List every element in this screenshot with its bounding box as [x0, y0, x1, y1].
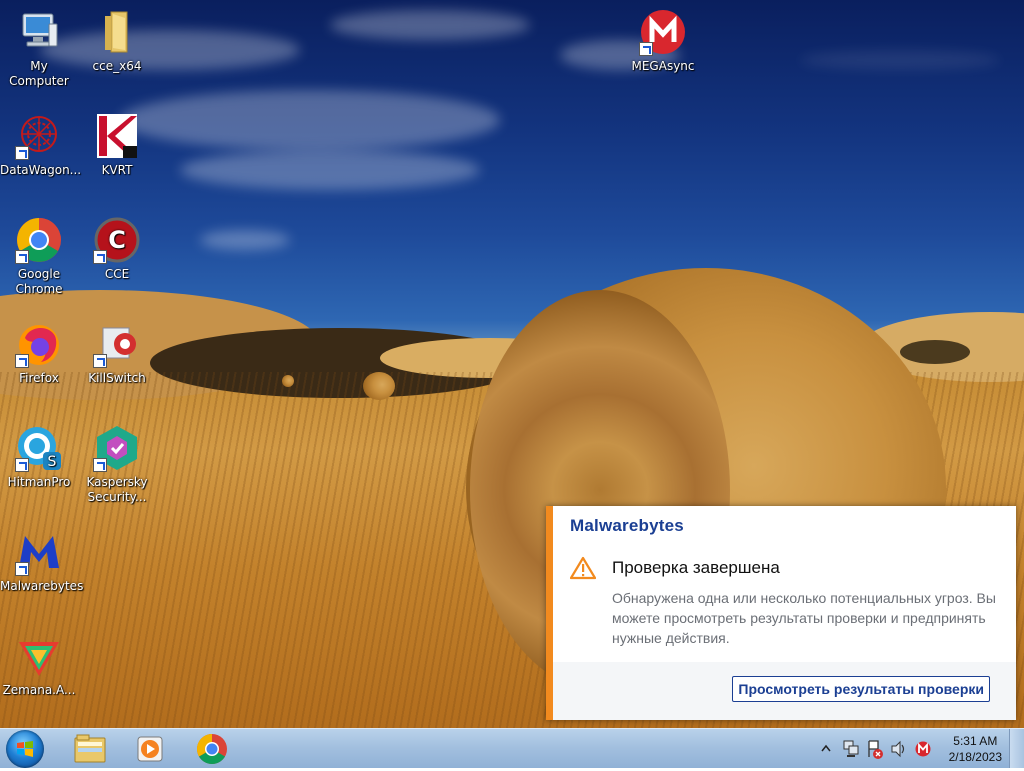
notification-brand-logo: Malwarebytes [570, 516, 684, 535]
desktop-icon-label: KillSwitch [88, 371, 146, 385]
desktop-icon-datawagon[interactable]: DataWagon... [0, 112, 82, 178]
desktop-icon-zemana[interactable]: Zemana.A... [0, 632, 78, 698]
taskbar-clock[interactable]: 5:31 AM 2/18/2023 [949, 733, 1002, 765]
svg-text:C: C [108, 226, 126, 254]
megasync-icon [639, 8, 687, 56]
hitmanpro-icon: S [15, 424, 63, 472]
killswitch-icon [93, 320, 141, 368]
desktop-icon-megasync[interactable]: MEGAsync [624, 8, 702, 74]
desktop-icon-label: DataWagon... [0, 163, 82, 177]
media-player-icon [137, 736, 163, 762]
desktop-icon-label: Google Chrome [15, 267, 63, 296]
desktop-icon-label: Firefox [19, 371, 59, 385]
desktop-icon-label: My Computer [9, 59, 69, 88]
shortcut-arrow-icon [15, 250, 29, 264]
shortcut-arrow-icon [93, 250, 107, 264]
folder-icon [93, 8, 141, 56]
desktop-icon-google-chrome[interactable]: Google Chrome [0, 216, 78, 297]
desktop-icon-label: MEGAsync [631, 59, 695, 73]
network-icon[interactable] [842, 729, 860, 769]
shortcut-arrow-icon [15, 562, 29, 576]
desktop-icon-kvrt[interactable]: KVRT [78, 112, 156, 178]
desktop-icon-kaspersky-security[interactable]: Kaspersky Security... [78, 424, 156, 505]
action-center-icon[interactable] [866, 729, 884, 769]
notification-body: Обнаружена одна или несколько потенциаль… [612, 590, 996, 646]
start-button[interactable] [6, 730, 44, 768]
taskbar-explorer-button[interactable] [62, 731, 118, 767]
cce-icon: C [93, 216, 141, 264]
desktop-icon-label: cce_x64 [92, 59, 142, 73]
windows-logo-icon [17, 741, 33, 757]
show-desktop-button[interactable] [1009, 729, 1024, 768]
clock-time: 5:31 AM [953, 734, 998, 748]
desktop-icon-malwarebytes[interactable]: Malwarebytes [0, 528, 84, 594]
chrome-icon [15, 216, 63, 264]
clock-date: 2/18/2023 [948, 750, 1002, 764]
kaspersky-icon [93, 424, 141, 472]
desktop-icon-cce-x64[interactable]: cce_x64 [78, 8, 156, 74]
desktop-icon-label: Malwarebytes [0, 579, 84, 593]
datawagon-icon [15, 112, 63, 160]
notification-footer: Просмотреть результаты проверки [553, 662, 1016, 720]
desktop-icon-firefox[interactable]: Firefox [0, 320, 78, 386]
shortcut-arrow-icon [15, 458, 29, 472]
folder-icon [74, 734, 106, 763]
desktop-icon-cce[interactable]: C CCE [78, 216, 156, 282]
notification-accent-bar [546, 506, 553, 720]
desktop-icon-hitmanpro[interactable]: S HitmanPro [0, 424, 78, 490]
taskbar-media-player-button[interactable] [122, 731, 178, 767]
chrome-icon [196, 734, 227, 765]
desktop-icon-label: Kaspersky Security... [86, 475, 148, 504]
firefox-icon [15, 320, 63, 368]
computer-icon [15, 8, 63, 56]
svg-text:S: S [48, 454, 57, 470]
volume-icon[interactable] [890, 729, 908, 769]
shortcut-arrow-icon [93, 458, 107, 472]
show-hidden-icons-chevron[interactable] [819, 729, 833, 769]
view-scan-results-button[interactable]: Просмотреть результаты проверки [732, 676, 990, 702]
shortcut-arrow-icon [93, 354, 107, 368]
desktop-icon-label: HitmanPro [7, 475, 71, 489]
shortcut-arrow-icon [15, 146, 29, 160]
zemana-icon [15, 632, 63, 680]
notification-title: Проверка завершена [612, 558, 780, 577]
desktop-icon-label: CCE [104, 267, 130, 281]
warning-icon [570, 556, 596, 580]
desktop-icon-killswitch[interactable]: KillSwitch [78, 320, 156, 386]
shortcut-arrow-icon [15, 354, 29, 368]
megasync-icon[interactable] [914, 729, 932, 769]
kvrt-icon [93, 112, 141, 160]
desktop-icon-label: KVRT [101, 163, 133, 177]
taskbar: 5:31 AM 2/18/2023 [0, 728, 1024, 768]
malwarebytes-icon [15, 528, 63, 576]
desktop-icon-my-computer[interactable]: My Computer [0, 8, 78, 89]
shortcut-arrow-icon [639, 42, 653, 56]
desktop-icon-label: Zemana.A... [2, 683, 76, 697]
taskbar-chrome-button[interactable] [184, 731, 240, 767]
malwarebytes-notification: Malwarebytes Проверка завершена Обнаруже… [546, 506, 1016, 720]
